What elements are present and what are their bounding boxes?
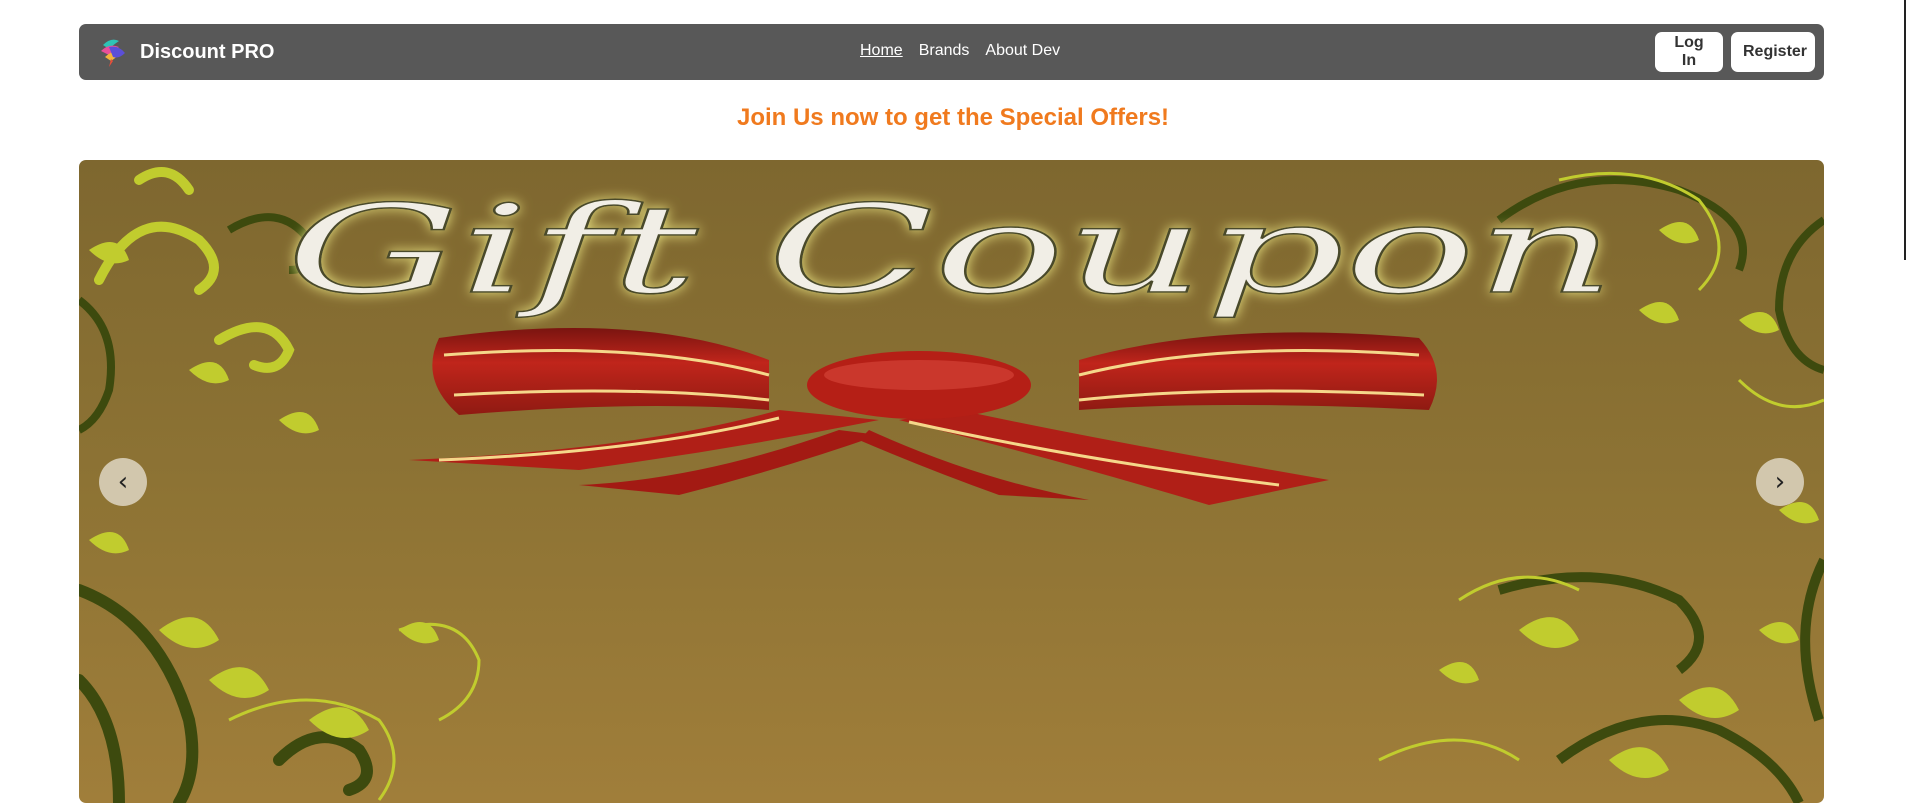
promo-banner-text: Join Us now to get the Special Offers! [736, 104, 1170, 131]
slide-title: Gift Coupon [286, 179, 1616, 321]
gift-coupon-slide-image: Gift Coupon [79, 160, 1824, 803]
hero-carousel: Gift Coupon ‹ › [79, 160, 1824, 803]
nav-link-about-dev[interactable]: About Dev [985, 42, 1060, 60]
nav-link-home[interactable]: Home [860, 42, 903, 60]
carousel-next-button[interactable]: › [1756, 458, 1804, 506]
brand[interactable]: Discount PRO [97, 35, 274, 69]
auth-buttons: Log In Register [1655, 32, 1815, 72]
register-button[interactable]: Register [1731, 32, 1815, 72]
navbar: Discount PRO Home Brands About Dev Log I… [79, 24, 1824, 80]
carousel-prev-button[interactable]: ‹ [99, 458, 147, 506]
bird-logo-icon [101, 39, 125, 67]
nav-link-brands[interactable]: Brands [919, 42, 970, 60]
brand-name: Discount PRO [140, 40, 275, 63]
nav-links: Home Brands About Dev [860, 42, 1060, 60]
login-button[interactable]: Log In [1655, 32, 1723, 72]
